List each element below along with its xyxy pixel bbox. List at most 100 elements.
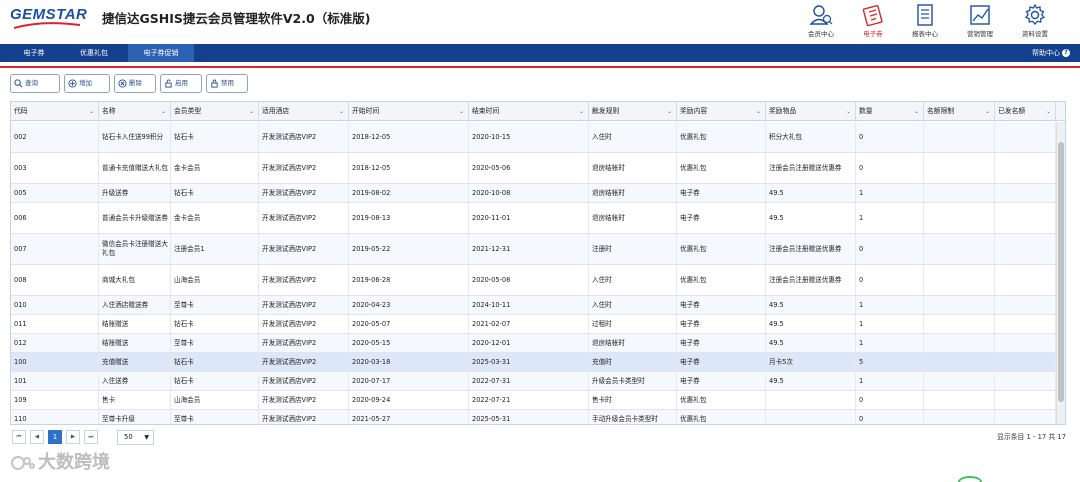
table-row[interactable]: 110 至尊卡升级 至尊卡 开发测试酒店VIP2 2021-05-27 2025-05-3… [11, 410, 1056, 424]
tab-coupon[interactable]: 电子券 [10, 44, 58, 62]
table-cell [924, 296, 995, 314]
first-page-button[interactable]: ⏮ [12, 430, 26, 444]
disable-label: 禁用 [221, 79, 234, 87]
table-cell [924, 372, 995, 390]
column-header[interactable]: 代码 ⌄ [11, 102, 99, 121]
table-row[interactable]: 005 升级送券 钻石卡 开发测试酒店VIP2 2019-08-02 2020-10-08… [11, 184, 1056, 203]
column-header[interactable]: 开始时间 ⌄ [349, 102, 469, 121]
column-header[interactable]: 会员类型 ⌄ [171, 102, 259, 121]
tab-coupon-promotion[interactable]: 电子券促销 [128, 44, 194, 62]
vertical-scrollbar[interactable] [1056, 122, 1065, 424]
table-row[interactable]: 011 结账赠送 钻石卡 开发测试酒店VIP2 2020-05-07 2021-02-07… [11, 315, 1056, 334]
table-cell: 49.5 [766, 184, 856, 202]
table-cell: 升级会员卡类型时 [589, 372, 677, 390]
table-cell: 1 [856, 372, 924, 390]
column-header[interactable]: 名称 ⌄ [99, 102, 171, 121]
column-header[interactable]: 已发名额 ⌄ [995, 102, 1056, 121]
table-row[interactable]: 007 微信会员卡注册赠送大礼包 注册会员1 开发测试酒店VIP2 2019-05-22… [11, 234, 1056, 265]
scrollbar-thumb[interactable] [1058, 142, 1064, 402]
table-cell: 注册会员注册赠送优惠券 [766, 265, 856, 295]
column-header[interactable]: 奖励内容 ⌄ [677, 102, 766, 121]
table-row[interactable]: 008 商城大礼包 山海会员 开发测试酒店VIP2 2019-06-28 2020-05-… [11, 265, 1056, 296]
table-cell: 2020-10-15 [469, 122, 589, 152]
table-cell: 优惠礼包 [677, 122, 766, 152]
chevron-down-icon[interactable]: ⌄ [89, 102, 94, 121]
page-size-value: 50 [124, 433, 133, 441]
chevron-down-icon[interactable]: ⌄ [339, 102, 344, 121]
table-cell: 入住时 [589, 296, 677, 314]
table-cell: 2020-03-18 [349, 353, 469, 371]
marketing-button[interactable]: 营销管理 [957, 2, 1003, 42]
app-title: 捷信达GSHIS捷云会员管理软件V2.0（标准版) [102, 11, 371, 26]
table-cell: 注册时 [589, 234, 677, 264]
last-page-button[interactable]: ⏭ [84, 430, 98, 444]
next-page-button[interactable]: ▶ [66, 430, 80, 444]
column-header-label: 代码 [14, 107, 28, 115]
chevron-down-icon[interactable]: ⌄ [914, 102, 919, 121]
table-cell: 2021-05-27 [349, 410, 469, 424]
marketing-label: 营销管理 [967, 30, 993, 38]
chevron-down-icon[interactable]: ⌄ [161, 102, 166, 121]
table-cell: 至尊卡 [171, 410, 259, 424]
column-header-label: 会员类型 [174, 107, 202, 115]
table-cell: 钻石卡 [171, 122, 259, 152]
table-cell: 2022-07-21 [469, 391, 589, 409]
column-header-label: 触发规则 [592, 107, 620, 115]
table-cell: 升级送券 [99, 184, 171, 202]
table-cell: 2020-05-15 [349, 334, 469, 352]
chevron-down-icon[interactable]: ⌄ [579, 102, 584, 121]
coupon-button[interactable]: 电子券 [850, 2, 896, 42]
chevron-down-icon[interactable]: ⌄ [249, 102, 254, 121]
table-row[interactable]: 012 结账赠送 至尊卡 开发测试酒店VIP2 2020-05-15 2020-12-01… [11, 334, 1056, 353]
table-cell: 0 [856, 391, 924, 409]
chevron-down-icon[interactable]: ⌄ [667, 102, 672, 121]
column-header[interactable]: 适用酒店 ⌄ [259, 102, 349, 121]
chevron-down-icon[interactable]: ⌄ [985, 102, 990, 121]
table-row[interactable]: 010 入住酒店赠送券 至尊卡 开发测试酒店VIP2 2020-04-23 2024-10… [11, 296, 1056, 315]
table-cell: 0 [856, 410, 924, 424]
column-header[interactable]: 奖励物品 ⌄ [766, 102, 856, 121]
table-cell: 2020-11-01 [469, 203, 589, 233]
chevron-down-icon[interactable]: ⌄ [756, 102, 761, 121]
table-row[interactable]: 101 入住送券 钻石卡 开发测试酒店VIP2 2020-07-17 2022-07-31… [11, 372, 1056, 391]
table-cell: 电子券 [677, 296, 766, 314]
column-header[interactable]: 数量 ⌄ [856, 102, 924, 121]
table-row[interactable]: 006 普通会员卡升级赠送券 金卡会员 开发测试酒店VIP2 2019-08-13 202… [11, 203, 1056, 234]
chevron-down-icon[interactable]: ⌄ [459, 102, 464, 121]
table-row[interactable]: 109 售卡 山海会员 开发测试酒店VIP2 2020-09-24 2022-07-21 售… [11, 391, 1056, 410]
coupon-icon [862, 4, 883, 27]
column-header[interactable]: 触发规则 ⌄ [589, 102, 677, 121]
chevron-down-icon[interactable]: ⌄ [1046, 102, 1051, 121]
table-row[interactable]: 002 钻石卡入住送99积分 钻石卡 开发测试酒店VIP2 2018-12-05 2020… [11, 122, 1056, 153]
settings-button[interactable]: 资料设置 [1012, 2, 1058, 42]
table-cell: 售卡 [99, 391, 171, 409]
delete-button[interactable]: 删除 [114, 74, 156, 93]
current-page-button[interactable]: 1 [48, 430, 62, 444]
help-center-link[interactable]: 帮助中心? [1032, 44, 1070, 62]
add-button[interactable]: 增加 [64, 74, 110, 93]
table-cell: 2020-07-17 [349, 372, 469, 390]
column-header[interactable]: 结束时间 ⌄ [469, 102, 589, 121]
table-cell: 49.5 [766, 315, 856, 333]
table-cell: 2024-10-11 [469, 296, 589, 314]
enable-button[interactable]: 启用 [160, 74, 202, 93]
member-center-button[interactable]: 会员中心 [798, 2, 844, 42]
table-cell: 开发测试酒店VIP2 [259, 203, 349, 233]
chevron-down-icon[interactable]: ⌄ [846, 102, 851, 121]
report-center-button[interactable]: 报表中心 [902, 2, 948, 42]
table-cell: 入住送券 [99, 372, 171, 390]
column-header-label: 结束时间 [472, 107, 500, 115]
tab-gift-package[interactable]: 优惠礼包 [64, 44, 124, 62]
table-row[interactable]: 003 普通卡充值赠送大礼包 金卡会员 开发测试酒店VIP2 2018-12-05 202… [11, 153, 1056, 184]
page-size-select[interactable]: 50 ▼ [117, 430, 154, 445]
table-cell: 手动升级会员卡类型时 [589, 410, 677, 424]
disable-button[interactable]: 禁用 [206, 74, 248, 93]
table-cell: 优惠礼包 [677, 153, 766, 183]
prev-page-button[interactable]: ◀ [30, 430, 44, 444]
table-cell: 0 [856, 234, 924, 264]
table-row[interactable]: 100 充值赠送 钻石卡 开发测试酒店VIP2 2020-03-18 2025-03-31… [11, 353, 1056, 372]
column-header[interactable]: 名额限制 ⌄ [924, 102, 995, 121]
main-nav: 电子券 优惠礼包 电子券促销 帮助中心? [0, 44, 1080, 62]
table-cell: 012 [11, 334, 99, 352]
query-button[interactable]: 查询 [10, 74, 60, 93]
